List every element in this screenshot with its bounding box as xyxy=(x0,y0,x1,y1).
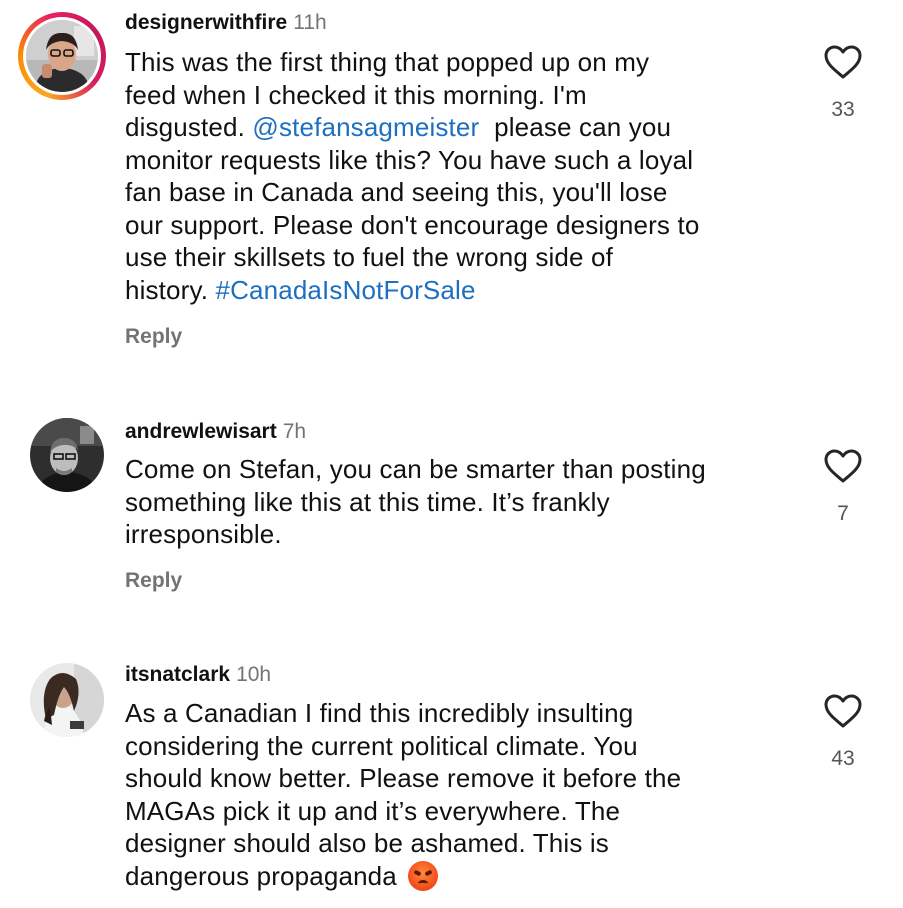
comment-line: should know better. Please remove it bef… xyxy=(125,763,682,793)
comment-line: use their skillsets to fuel the wrong si… xyxy=(125,242,613,272)
avatar-image xyxy=(26,20,98,92)
comment-line: fan base in Canada and seeing this, you'… xyxy=(125,177,668,207)
comment-header: andrewlewisart 7h xyxy=(125,420,306,444)
like-control: 7 xyxy=(818,448,868,526)
comment-line: feed when I checked it this morning. I'm xyxy=(125,79,587,110)
heart-outline-icon[interactable] xyxy=(823,44,863,80)
comment-line: dangerous propaganda xyxy=(125,860,805,893)
timestamp: 7h xyxy=(282,420,307,443)
avatar[interactable] xyxy=(18,12,106,100)
comment-line: This was the first thing that popped up … xyxy=(125,47,650,77)
like-control: 33 xyxy=(818,44,868,122)
heart-outline-icon[interactable] xyxy=(823,693,863,729)
comment-header: itsnatclark 10h xyxy=(125,663,271,687)
comment-line: history. #CanadaIsNotForSale xyxy=(125,274,476,305)
comment-line: something like this at this time. It’s f… xyxy=(125,486,610,517)
username[interactable]: itsnatclark xyxy=(125,663,230,686)
comment: itsnatclark 10h As a Canadian I find this… xyxy=(0,645,903,908)
comment-text: Come on Stefan, you can be smarter than … xyxy=(125,453,805,551)
reply-button[interactable]: Reply xyxy=(125,325,182,349)
comment-line: Come on Stefan, you can be smarter than … xyxy=(125,454,706,484)
avatar[interactable] xyxy=(30,663,104,737)
comment-line: irresponsible. xyxy=(125,519,282,549)
like-count[interactable]: 7 xyxy=(818,502,868,526)
comment-line: our support. Please don't encourage desi… xyxy=(125,209,700,240)
reply-button[interactable]: Reply xyxy=(125,569,182,593)
comment-line: monitor requests like this? You have suc… xyxy=(125,144,694,175)
comment-line: MAGAs pick it up and it’s everywhere. Th… xyxy=(125,795,621,826)
angry-face-emoji xyxy=(408,860,439,891)
comment-line: disgusted. @stefansagmeister please can … xyxy=(125,112,672,142)
comment-line: designer should also be ashamed. This is xyxy=(125,828,609,858)
mention-link[interactable]: @stefansagmeister xyxy=(252,112,479,142)
hashtag-link[interactable]: #CanadaIsNotForSale xyxy=(215,275,475,305)
comment-line: As a Canadian I find this incredibly ins… xyxy=(125,698,634,728)
comment: andrewlewisart 7h Come on Stefan, you can… xyxy=(0,400,903,610)
comment-line: considering the current political climat… xyxy=(125,730,638,761)
like-control: 43 xyxy=(818,693,868,771)
comment-text: This was the first thing that popped up … xyxy=(125,46,805,306)
comment: designerwithfire 11h This was the first t… xyxy=(0,0,903,380)
comment-header: designerwithfire 11h xyxy=(125,11,327,35)
username[interactable]: designerwithfire xyxy=(125,11,287,34)
comment-text: As a Canadian I find this incredibly ins… xyxy=(125,697,805,892)
timestamp: 11h xyxy=(293,11,327,34)
timestamp: 10h xyxy=(236,663,272,686)
like-count[interactable]: 33 xyxy=(818,98,868,122)
username[interactable]: andrewlewisart xyxy=(125,420,277,443)
heart-outline-icon[interactable] xyxy=(823,448,863,484)
like-count[interactable]: 43 xyxy=(818,747,868,771)
avatar[interactable] xyxy=(30,418,104,492)
